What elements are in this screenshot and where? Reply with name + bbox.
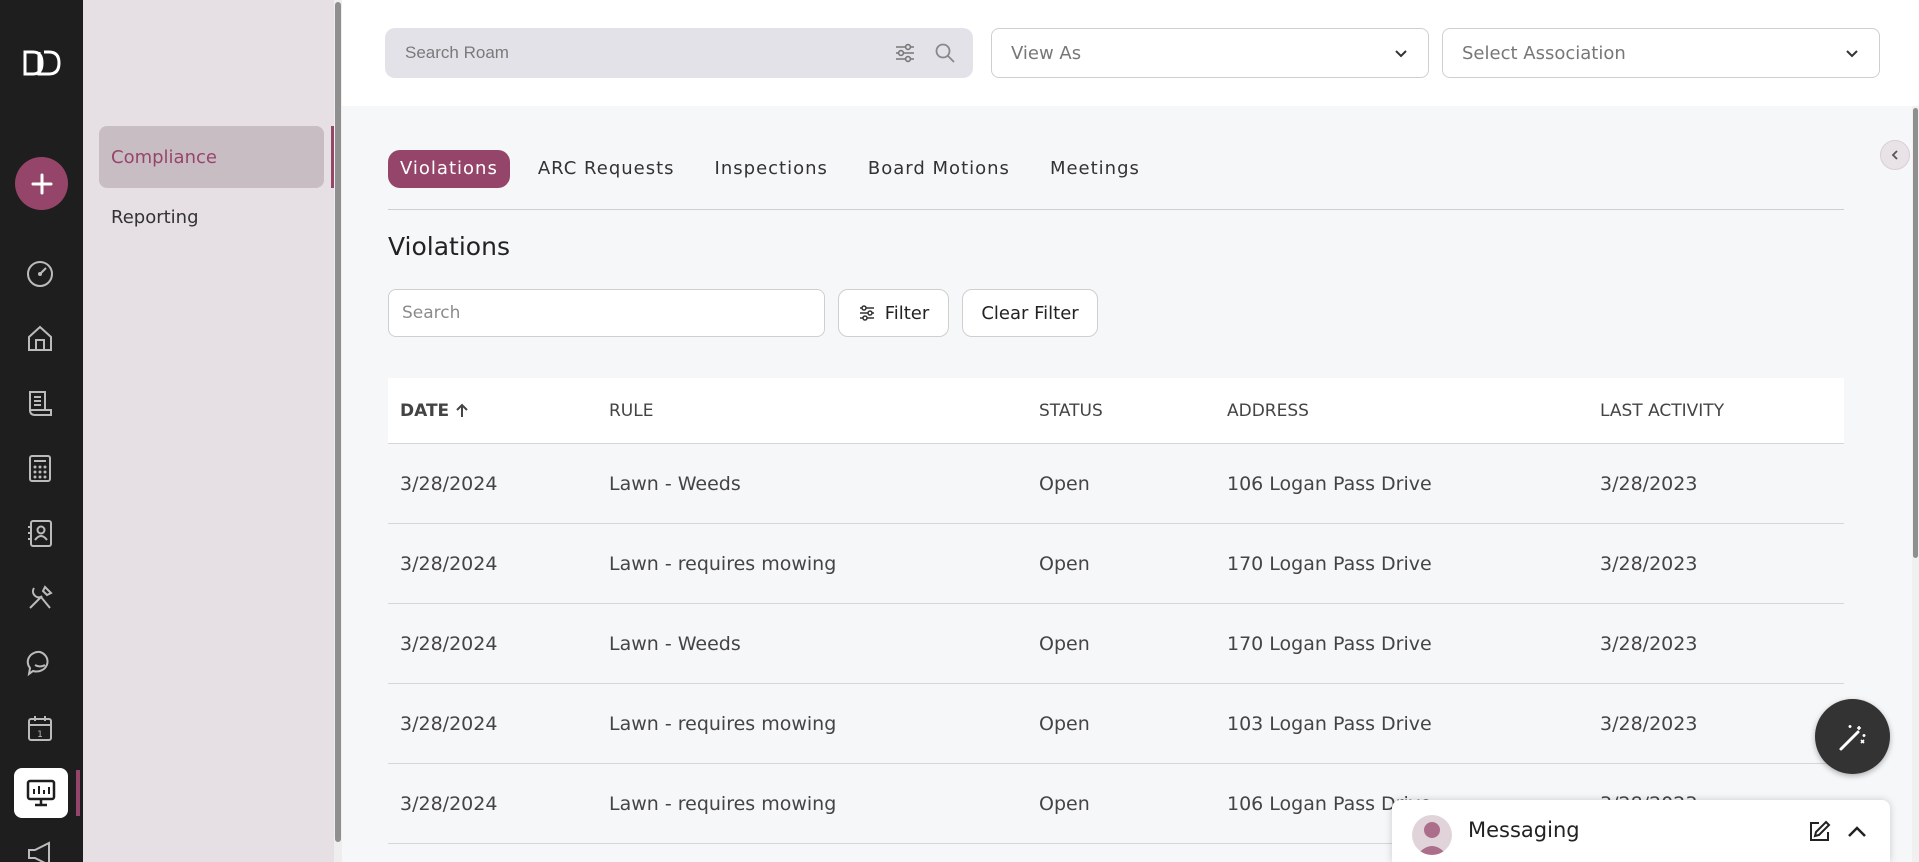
cell-status: Open	[1039, 792, 1090, 815]
cell-last-activity: 3/28/2023	[1600, 472, 1698, 495]
global-search	[385, 28, 973, 78]
table-row[interactable]: 3/28/2024 Lawn - requires mowing Open 103 L…	[388, 684, 1844, 764]
sidebar-scrollbar[interactable]	[334, 0, 342, 862]
column-header-address[interactable]: ADDRESS	[1227, 401, 1309, 421]
cell-last-activity: 3/28/2023	[1600, 552, 1698, 575]
table-row[interactable]: 3/28/2024 Lawn - Weeds Open 106 Logan Pass …	[388, 444, 1844, 524]
top-bar: View As Select Association	[342, 0, 1919, 106]
table-row[interactable]: 3/28/2024 Lawn - requires mowing Open 170 L…	[388, 524, 1844, 604]
tab-arc-requests[interactable]: ARC Requests	[526, 150, 687, 188]
cell-status: Open	[1039, 552, 1090, 575]
tab-board-motions[interactable]: Board Motions	[856, 150, 1022, 188]
cell-address: 103 Logan Pass Drive	[1227, 712, 1432, 735]
tab-bar: Violations ARC Requests Inspections Boar…	[388, 150, 1168, 188]
chevron-left-icon	[1891, 150, 1898, 160]
clear-filter-label: Clear Filter	[981, 302, 1079, 324]
page-title: Violations	[388, 232, 510, 261]
sort-ascending-icon	[456, 403, 468, 417]
cell-last-activity: 3/28/2023	[1600, 712, 1698, 735]
monitor-icon[interactable]	[14, 768, 68, 818]
view-as-select[interactable]: View As	[991, 28, 1429, 78]
avatar	[1412, 815, 1452, 855]
tab-inspections[interactable]: Inspections	[703, 150, 840, 188]
view-as-value: View As	[1011, 42, 1082, 64]
calendar-icon[interactable]: 1	[22, 710, 58, 746]
magic-wand-icon	[1839, 724, 1865, 750]
megaphone-icon[interactable]	[22, 836, 58, 862]
subnav-item-label: Compliance	[111, 146, 217, 168]
column-header-rule[interactable]: RULE	[609, 401, 653, 421]
page-scrollbar[interactable]	[1912, 106, 1919, 862]
table-row[interactable]: 3/28/2024 Lawn - Weeds Open 170 Logan Pass …	[388, 604, 1844, 684]
active-indicator	[76, 770, 80, 816]
subnav-item-compliance[interactable]: Compliance	[99, 126, 324, 188]
cell-status: Open	[1039, 712, 1090, 735]
filter-label: Filter	[884, 302, 930, 324]
cell-date: 3/28/2024	[400, 712, 498, 735]
association-value: Select Association	[1462, 42, 1626, 64]
tools-icon[interactable]	[22, 580, 58, 616]
violations-table: DATE RULE STATUS ADDRESS LAST ACTIVITY 3…	[388, 378, 1844, 844]
secondary-sidebar: Compliance Reporting	[83, 0, 338, 862]
calculator-icon[interactable]	[22, 450, 58, 486]
cell-rule: Lawn - Weeds	[609, 472, 741, 495]
ledger-icon[interactable]	[22, 385, 58, 421]
logo-icon[interactable]	[22, 48, 62, 78]
column-header-status[interactable]: STATUS	[1039, 401, 1103, 421]
cell-rule: Lawn - requires mowing	[609, 792, 837, 815]
chevron-down-icon	[1395, 50, 1407, 58]
column-header-date[interactable]: DATE	[400, 401, 469, 421]
cell-status: Open	[1039, 472, 1090, 495]
contacts-icon[interactable]	[22, 515, 58, 551]
add-button[interactable]	[15, 157, 68, 210]
column-header-label: DATE	[400, 400, 450, 421]
search-icon[interactable]	[933, 41, 957, 65]
cell-address: 170 Logan Pass Drive	[1227, 552, 1432, 575]
filter-icon	[859, 305, 874, 321]
home-icon[interactable]	[22, 320, 58, 356]
icon-rail: 1	[0, 0, 83, 862]
clear-filter-button[interactable]: Clear Filter	[962, 289, 1098, 337]
cell-date: 3/28/2024	[400, 792, 498, 815]
subnav-item-label: Reporting	[111, 206, 199, 228]
chat-icon[interactable]	[22, 645, 58, 681]
compose-icon[interactable]	[1806, 819, 1832, 845]
violations-search-input[interactable]	[388, 289, 825, 337]
subnav-item-reporting[interactable]: Reporting	[99, 186, 324, 248]
cell-status: Open	[1039, 632, 1090, 655]
magic-wand-button[interactable]	[1815, 699, 1890, 774]
cell-date: 3/28/2024	[400, 552, 498, 575]
cell-date: 3/28/2024	[400, 632, 498, 655]
collapse-panel-button[interactable]	[1880, 140, 1910, 170]
scrollbar-thumb[interactable]	[335, 2, 341, 842]
cell-address: 170 Logan Pass Drive	[1227, 632, 1432, 655]
dashboard-icon[interactable]	[22, 256, 58, 292]
cell-rule: Lawn - Weeds	[609, 632, 741, 655]
cell-date: 3/28/2024	[400, 472, 498, 495]
global-search-input[interactable]	[405, 43, 865, 63]
filter-button[interactable]: Filter	[838, 289, 949, 337]
cell-address: 106 Logan Pass Drive	[1227, 472, 1432, 495]
table-header: DATE RULE STATUS ADDRESS LAST ACTIVITY	[388, 378, 1844, 444]
tab-meetings[interactable]: Meetings	[1038, 150, 1152, 188]
table-body: 3/28/2024 Lawn - Weeds Open 106 Logan Pass …	[388, 444, 1844, 844]
messaging-panel[interactable]: Messaging	[1392, 800, 1890, 862]
association-select[interactable]: Select Association	[1442, 28, 1880, 78]
sliders-icon[interactable]	[893, 41, 917, 65]
scrollbar-thumb[interactable]	[1913, 108, 1918, 558]
messaging-title: Messaging	[1468, 818, 1580, 842]
column-header-last-activity[interactable]: LAST ACTIVITY	[1600, 401, 1724, 421]
cell-rule: Lawn - requires mowing	[609, 552, 837, 575]
tab-divider	[388, 209, 1844, 210]
chevron-up-icon[interactable]	[1844, 819, 1870, 845]
chevron-down-icon	[1846, 50, 1858, 58]
cell-rule: Lawn - requires mowing	[609, 712, 837, 735]
plus-icon	[31, 173, 52, 194]
svg-text:1: 1	[37, 730, 43, 740]
cell-last-activity: 3/28/2023	[1600, 632, 1698, 655]
tab-violations[interactable]: Violations	[388, 150, 510, 188]
